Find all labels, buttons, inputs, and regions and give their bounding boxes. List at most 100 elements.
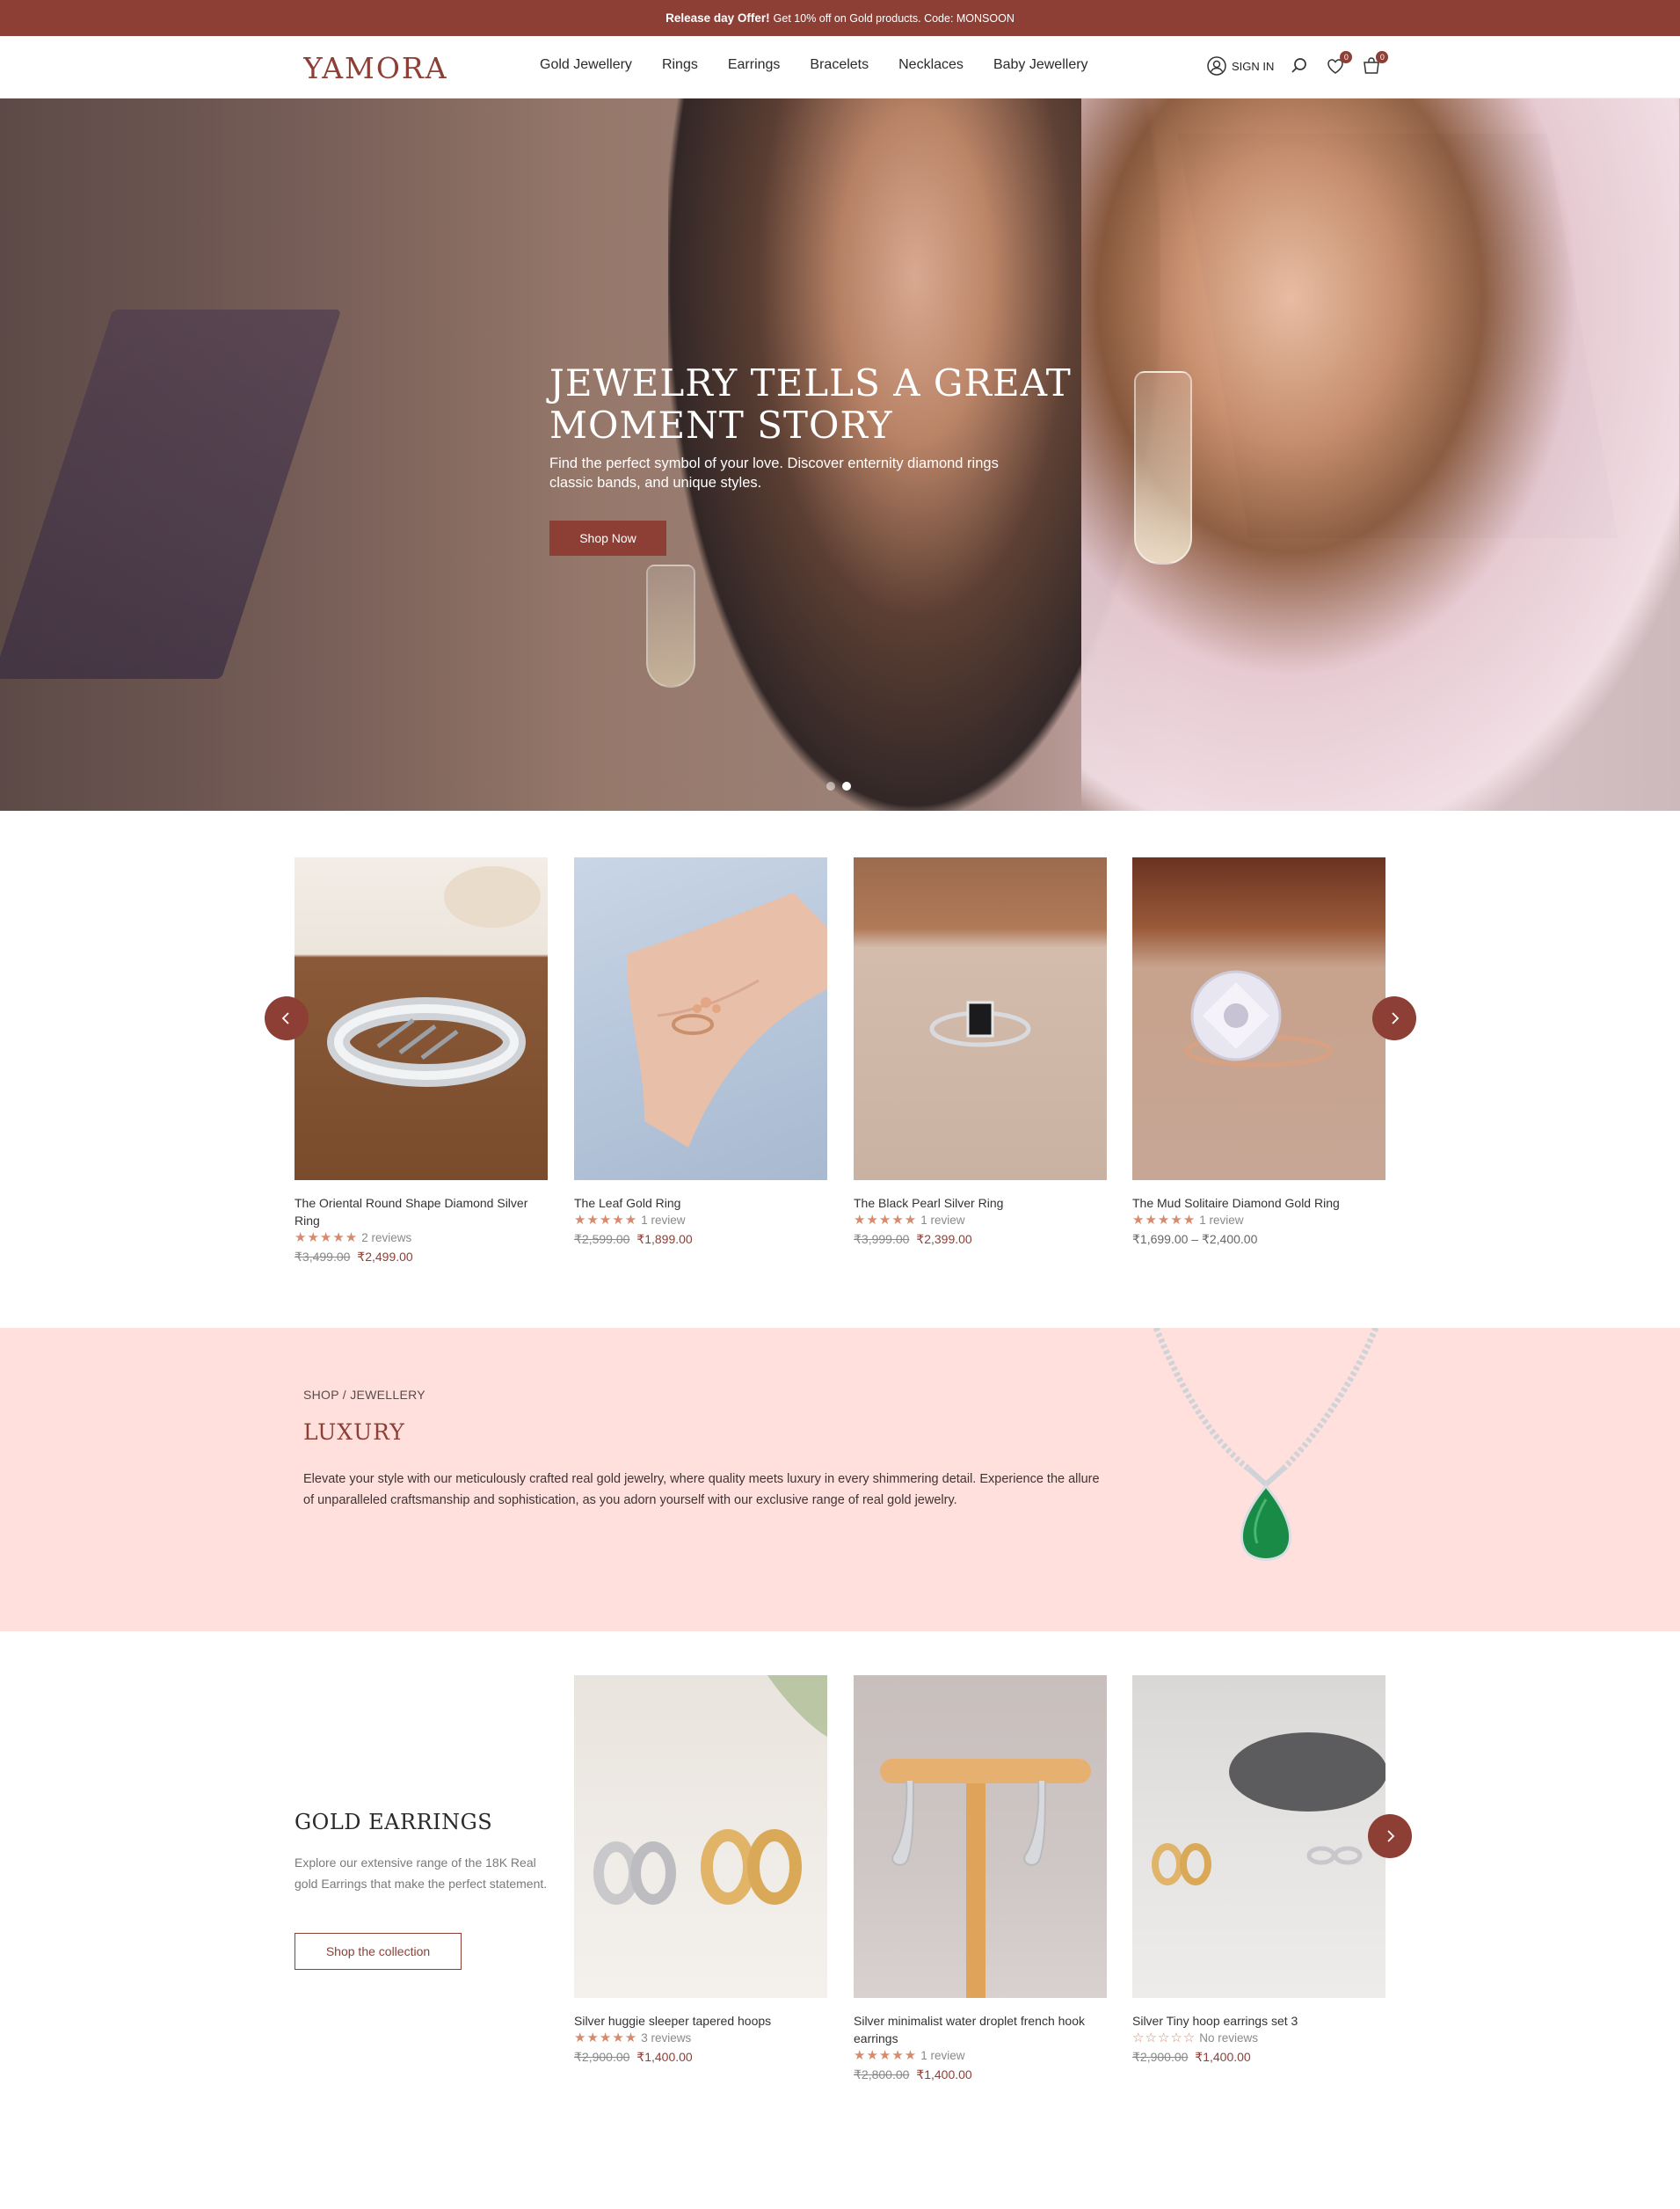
product-card-tiny-hoops[interactable]: Silver Tiny hoop earrings set 3 ☆☆☆☆☆ No… <box>1132 1675 1385 2067</box>
review-count: 1 review <box>641 1214 686 1227</box>
hero-banner: JEWELRY TELLS A GREAT MOMENT STORY Find … <box>0 98 1680 811</box>
luxury-title: LUXURY <box>303 1419 405 1445</box>
product-card-water-droplet[interactable]: Silver minimalist water droplet french h… <box>854 1675 1107 2084</box>
announcement-title: Release day Offer! <box>665 11 770 25</box>
review-count: No reviews <box>1199 2031 1259 2045</box>
product-image[interactable] <box>854 857 1107 1180</box>
review-count: 1 review <box>920 2049 965 2062</box>
search-icon[interactable] <box>1289 55 1310 77</box>
yamora-logo-mark: YAMORA <box>303 52 448 82</box>
product-card-solitaire-ring[interactable]: The Mud Solitaire Diamond Gold Ring ★★★★… <box>1132 857 1385 1249</box>
luxury-description: Elevate your style with our meticulously… <box>303 1472 1100 1507</box>
site-logo[interactable]: YAMORA <box>303 50 451 84</box>
original-price: ₹3,999.00 <box>854 1232 910 1246</box>
product-image[interactable] <box>1132 857 1385 1180</box>
product-name[interactable]: The Oriental Round Shape Diamond Silver … <box>295 1194 548 1229</box>
shop-now-button[interactable]: Shop Now <box>549 521 666 556</box>
product-name[interactable]: Silver Tiny hoop earrings set 3 <box>1132 2012 1385 2030</box>
carousel-next-button[interactable] <box>1372 996 1416 1040</box>
sale-price: ₹1,400.00 <box>916 2067 972 2081</box>
header-actions: SIGN IN 0 0 <box>1206 51 1389 77</box>
original-price: ₹3,499.00 <box>295 1250 351 1264</box>
chevron-right-icon <box>1392 1012 1400 1024</box>
cart-count-badge: 0 <box>1376 51 1389 63</box>
product-card-leaf-ring[interactable]: The Leaf Gold Ring ★★★★★ 1 review ₹2,599… <box>574 857 827 1249</box>
original-price: ₹2,900.00 <box>1132 2050 1189 2064</box>
star-rating: ★★★★★ <box>1132 1213 1196 1228</box>
review-count: 1 review <box>920 1214 965 1227</box>
sale-price: ₹1,400.00 <box>1195 2050 1251 2064</box>
product-price-range: ₹1,699.00 – ₹2,400.00 <box>1132 1232 1258 1246</box>
product-rating: ★★★★★ 1 review <box>574 1212 827 1229</box>
emerald-necklace-image <box>1153 1328 1379 1561</box>
product-price: ₹2,599.00 ₹1,899.00 <box>574 1229 827 1249</box>
product-card-oriental-ring[interactable]: The Oriental Round Shape Diamond Silver … <box>295 857 548 1266</box>
luxury-banner: SHOP / JEWELLERY LUXURY Elevate your sty… <box>0 1328 1680 1631</box>
nav-item-gold-jewellery[interactable]: Gold Jewellery <box>540 57 632 73</box>
star-rating: ★★★★★ <box>854 2048 918 2063</box>
product-rating: ★★★★★ 1 review <box>854 2047 1107 2065</box>
review-count: 2 reviews <box>361 1231 412 1244</box>
earrings-carousel-next-button[interactable] <box>1368 1814 1412 1858</box>
hero-subtitle: Find the perfect symbol of your love. Di… <box>549 456 999 491</box>
earrings-section-title: GOLD EARRINGS <box>295 1810 493 1834</box>
slider-dot-1[interactable] <box>826 782 835 791</box>
original-price: ₹2,599.00 <box>574 1232 630 1246</box>
product-rating: ☆☆☆☆☆ No reviews <box>1132 2030 1385 2047</box>
site-header: YAMORA Gold Jewellery Rings Earrings Bra… <box>0 36 1680 98</box>
carousel-prev-button[interactable] <box>265 996 309 1040</box>
star-rating: ★★★★★ <box>574 2030 638 2045</box>
product-image[interactable] <box>574 857 827 1180</box>
star-rating: ★★★★★ <box>295 1230 359 1245</box>
star-rating: ★★★★★ <box>854 1213 918 1228</box>
cart-icon[interactable]: 0 <box>1361 51 1389 77</box>
user-icon <box>1206 55 1227 77</box>
product-name[interactable]: The Black Pearl Silver Ring <box>854 1194 1107 1212</box>
sign-in-link[interactable]: SIGN IN <box>1206 55 1274 77</box>
product-image[interactable] <box>854 1675 1107 1998</box>
product-rating: ★★★★★ 3 reviews <box>574 2030 827 2047</box>
star-rating: ☆☆☆☆☆ <box>1132 2030 1196 2045</box>
product-price: ₹3,499.00 ₹2,499.00 <box>295 1247 548 1266</box>
announcement-text: Get 10% off on Gold products. Code: MONS… <box>773 11 1015 25</box>
product-name[interactable]: The Leaf Gold Ring <box>574 1194 827 1212</box>
sale-price: ₹1,400.00 <box>636 2050 693 2064</box>
star-rating: ★★★★★ <box>574 1213 638 1228</box>
product-price: ₹2,900.00 ₹1,400.00 <box>1132 2047 1385 2067</box>
breadcrumb[interactable]: SHOP / JEWELLERY <box>303 1388 425 1402</box>
product-price: ₹2,900.00 ₹1,400.00 <box>574 2047 827 2067</box>
main-nav: Gold Jewellery Rings Earrings Bracelets … <box>540 57 1088 73</box>
sign-in-label: SIGN IN <box>1232 59 1275 73</box>
original-price: ₹2,800.00 <box>854 2067 910 2081</box>
slider-dot-2[interactable] <box>842 782 851 791</box>
nav-item-rings[interactable]: Rings <box>662 57 698 73</box>
original-price: ₹2,900.00 <box>574 2050 630 2064</box>
sale-price: ₹2,399.00 <box>916 1232 972 1246</box>
product-rating: ★★★★★ 1 review <box>1132 1212 1385 1229</box>
wishlist-icon[interactable]: 0 <box>1325 51 1353 77</box>
product-price: ₹3,999.00 ₹2,399.00 <box>854 1229 1107 1249</box>
product-image[interactable] <box>1132 1675 1385 1998</box>
product-image[interactable] <box>295 857 548 1180</box>
product-card-huggie-hoops[interactable]: Silver huggie sleeper tapered hoops ★★★★… <box>574 1675 827 2067</box>
product-image[interactable] <box>574 1675 827 1998</box>
earrings-section-description: Explore our extensive range of the 18K R… <box>295 1855 548 1891</box>
review-count: 3 reviews <box>641 2031 692 2045</box>
shop-collection-button[interactable]: Shop the collection <box>295 1933 462 1970</box>
product-card-black-pearl-ring[interactable]: The Black Pearl Silver Ring ★★★★★ 1 revi… <box>854 857 1107 1249</box>
nav-item-bracelets[interactable]: Bracelets <box>810 57 869 73</box>
product-price: ₹2,800.00 ₹1,400.00 <box>854 2065 1107 2084</box>
product-rating: ★★★★★ 1 review <box>854 1212 1107 1229</box>
product-name[interactable]: The Mud Solitaire Diamond Gold Ring <box>1132 1194 1385 1212</box>
product-name[interactable]: Silver huggie sleeper tapered hoops <box>574 2012 827 2030</box>
sale-price: ₹2,499.00 <box>357 1250 413 1264</box>
product-name[interactable]: Silver minimalist water droplet french h… <box>854 2012 1107 2047</box>
review-count: 1 review <box>1199 1214 1244 1227</box>
wishlist-count-badge: 0 <box>1340 51 1353 63</box>
nav-item-earrings[interactable]: Earrings <box>728 57 781 73</box>
nav-item-necklaces[interactable]: Necklaces <box>898 57 964 73</box>
svg-text:YAMORA: YAMORA <box>303 52 448 82</box>
hero-slider-dots <box>826 782 851 791</box>
nav-item-baby-jewellery[interactable]: Baby Jewellery <box>993 57 1088 73</box>
sale-price: ₹1,899.00 <box>636 1232 693 1246</box>
